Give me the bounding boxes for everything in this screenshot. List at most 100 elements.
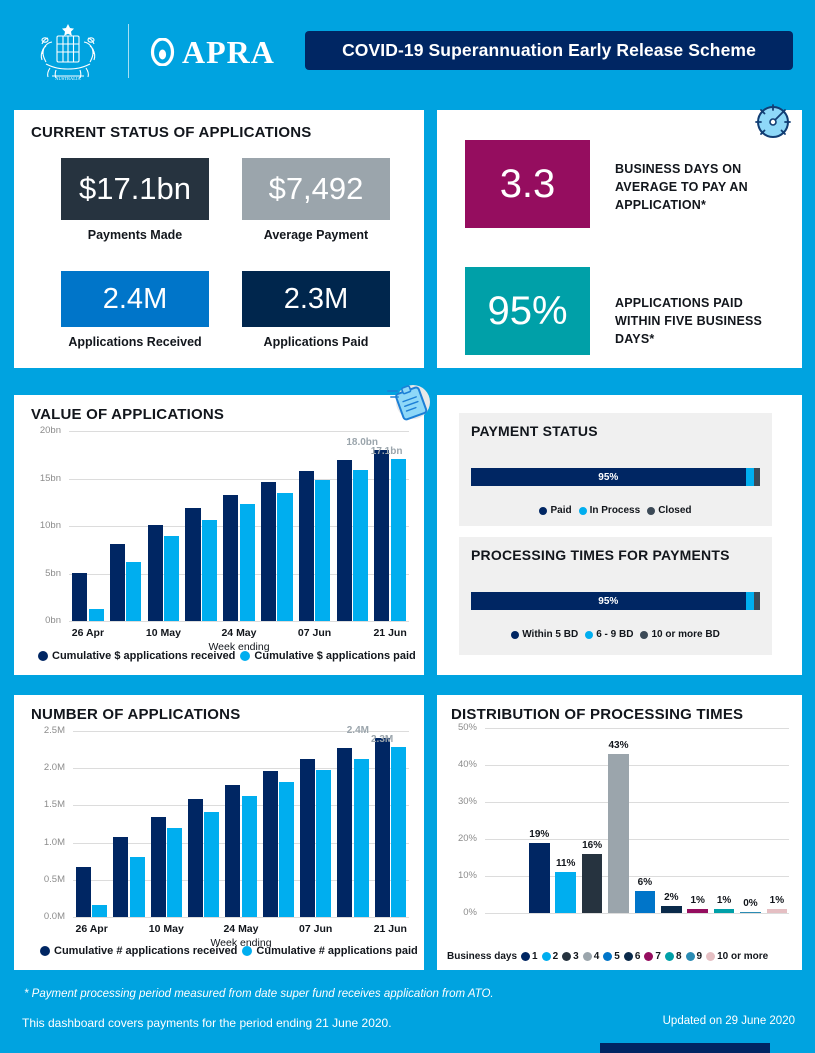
bar [316, 769, 332, 917]
bar [374, 450, 390, 621]
legend-swatch [706, 952, 716, 961]
gridline [69, 621, 409, 622]
stack-segment: 95% [471, 468, 746, 486]
kpi-applications-received: 2.4M Applications Received [61, 271, 209, 349]
bar [76, 867, 91, 917]
legend-item: Cumulative # applications received [40, 945, 237, 957]
x-axis-tick: 24 May [221, 627, 257, 639]
footnote: * Payment processing period measured fro… [24, 988, 494, 1000]
bar [374, 737, 390, 917]
bar [352, 469, 369, 621]
legend-label: Cumulative # applications received [54, 945, 238, 957]
x-axis-tick: 10 May [145, 627, 181, 639]
legend-item: 10 or more BD [640, 629, 720, 640]
legend-label: 5 [614, 951, 620, 962]
y-axis-tick: 0% [463, 907, 477, 918]
legend-swatch [521, 952, 531, 961]
apra-o-mark-icon [150, 38, 175, 66]
y-axis-tick: 0.0M [43, 911, 65, 922]
legend-label: 7 [655, 951, 661, 962]
stack-segment [745, 592, 755, 610]
payment-status-bar: 95% [471, 468, 760, 486]
legend-swatch [539, 506, 548, 515]
legend-item: Closed [647, 505, 692, 516]
metric-paid-within-five-days: 95% APPLICATIONS PAID WITHIN FIVE BUSINE… [465, 267, 765, 355]
footer-tab [600, 1043, 770, 1053]
coverage-note: This dashboard covers payments for the p… [22, 1016, 392, 1030]
metric-average-business-days-box: 3.3 [465, 140, 590, 228]
legend-label: 6 - 9 BD [596, 629, 634, 640]
apra-wordmark: APRA [182, 34, 275, 70]
metric-average-business-days-value: 3.3 [499, 161, 556, 206]
y-axis-tick: 10% [457, 870, 477, 881]
bar [300, 759, 315, 917]
page-title-text: COVID-19 Superannuation Early Release Sc… [342, 40, 756, 60]
processing-times-title: PROCESSING TIMES FOR PAYMENTS [471, 547, 730, 563]
bar [239, 504, 255, 621]
payment-status-legend: Paid In Process Closed [459, 505, 772, 516]
x-axis-tick: 24 May [223, 923, 259, 935]
x-axis-tick: 10 May [148, 923, 184, 935]
x-axis-tick: 26 Apr [71, 627, 105, 639]
legend-swatch [585, 630, 594, 639]
legend-label: Cumulative $ applications paid [254, 650, 416, 662]
kpi-average-payment-box: $7,492 [242, 158, 390, 220]
x-axis-tick: 21 Jun [373, 923, 407, 935]
stack-segment [754, 468, 760, 486]
legend-label: 8 [675, 951, 682, 962]
bar [529, 842, 550, 913]
number-chart-legend: Cumulative # applications received Cumula… [40, 945, 418, 957]
bar [204, 812, 220, 917]
legend-item: 4 [582, 951, 600, 962]
metric-paid-within-five-days-value: 95% [487, 288, 568, 333]
legend-swatch [578, 506, 587, 515]
legend-item: Cumulative $ applications paid [240, 650, 416, 662]
legend-swatch [603, 952, 613, 961]
bar [223, 494, 239, 621]
processing-times-legend: Within 5 BD 6 - 9 BD 10 or more BD [459, 629, 772, 640]
distribution-chart-plot: 0% 10% 20% 30% 40% 50% 19% 11% 16% 43% 6% 2% 1% 1% 0% 1… [451, 722, 789, 918]
legend-label: 4 [593, 951, 600, 962]
stack-segment: 95% [471, 592, 746, 610]
data-label: 43% [608, 739, 629, 751]
svg-text:AUSTRALIA: AUSTRALIA [55, 76, 81, 81]
bar [262, 771, 278, 917]
y-axis-tick: 10bn [39, 520, 61, 531]
distribution-legend-prefix: Business days [447, 951, 518, 962]
stack-segment [754, 592, 760, 610]
legend-label: Paid [550, 505, 572, 516]
x-axis-tick: 07 Jun [297, 627, 332, 639]
gridline [73, 917, 409, 918]
speedometer-icon [755, 104, 791, 138]
legend-item: 3 [562, 951, 579, 962]
number-of-applications-title: NUMBER OF APPLICATIONS [31, 706, 241, 723]
legend-label: Within 5 BD [522, 629, 579, 640]
legend-swatch [582, 952, 592, 961]
distribution-of-processing-times-card: DISTRIBUTION OF PROCESSING TIMES 0% 10% 20… [437, 695, 802, 970]
y-axis-tick: 2.0M [43, 762, 65, 774]
legend-swatch [562, 952, 572, 961]
data-label: 2.3M [370, 734, 394, 746]
y-axis-tick: 40% [457, 759, 477, 770]
legend-swatch [38, 651, 48, 661]
legend-swatch [40, 946, 50, 956]
bar [225, 784, 241, 917]
kpi-applications-received-box: 2.4M [61, 271, 209, 327]
legend-swatch [541, 952, 551, 961]
kpi-applications-paid-label: Applications Paid [263, 335, 369, 349]
kpi-average-payment: $7,492 Average Payment [242, 158, 390, 242]
metric-average-business-days: 3.3 BUSINESS DAYS ON AVERAGE TO PAY AN A… [465, 140, 775, 228]
legend-swatch [640, 630, 649, 639]
legend-label: 10 or more [717, 951, 769, 962]
updated-date: Updated on 29 June 2020 [662, 1015, 795, 1027]
bar [740, 911, 761, 913]
y-axis-tick: 50% [457, 722, 477, 733]
bar [129, 856, 145, 917]
gridline [485, 802, 789, 803]
bar [390, 458, 406, 621]
processing-times-bar: 95% [471, 592, 760, 610]
kpi-payments-made-box: $17.1bn [61, 158, 209, 220]
stack-segment [745, 468, 755, 486]
bar [277, 492, 293, 621]
bar [185, 507, 201, 621]
